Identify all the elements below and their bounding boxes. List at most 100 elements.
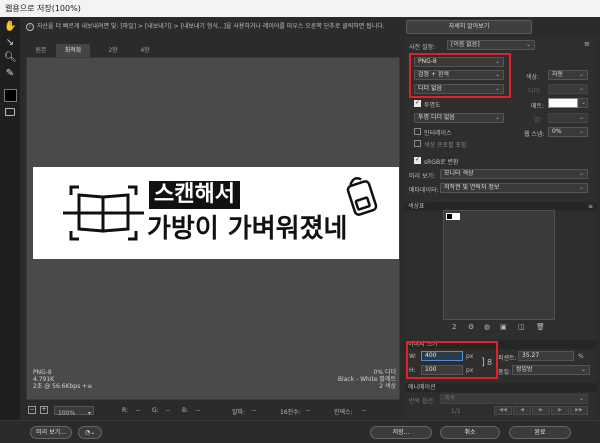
amount-label: 양: bbox=[534, 117, 542, 124]
percent-input[interactable]: 35.27 bbox=[518, 351, 574, 361]
optimize-menu-icon[interactable]: ≡ bbox=[584, 40, 590, 48]
transparency-checkbox[interactable] bbox=[414, 99, 421, 107]
optimized-info-left: PNG-8 4.791K 2초 @ 56.6Kbps +≡ bbox=[33, 369, 92, 390]
tab-original[interactable]: 원본 bbox=[30, 44, 52, 57]
status-bar: − + 100% ▾ R: -- G: -- B: -- 알파: -- 16진수:… bbox=[26, 404, 400, 417]
red-readout-value: -- bbox=[136, 407, 141, 414]
metadata-label: 메타데이터: bbox=[409, 187, 439, 194]
web-snap-label: 웹 스냅: bbox=[524, 131, 545, 138]
color-count: 2 bbox=[452, 323, 457, 331]
dither-amount-field[interactable]: ⌄ bbox=[548, 84, 588, 94]
info-colors: 2 색상 bbox=[379, 383, 396, 390]
first-frame-button[interactable]: ◀◀ bbox=[494, 406, 512, 415]
save-button[interactable]: 저장... bbox=[370, 426, 432, 439]
percent-unit: % bbox=[578, 353, 584, 360]
hand-tool-icon[interactable]: ✋ bbox=[4, 21, 16, 33]
image-size-highlight-box bbox=[406, 341, 498, 379]
format-highlight-box bbox=[409, 53, 511, 98]
alpha-readout: 알파: bbox=[232, 409, 246, 416]
optimized-info-right: 0% 디더 Black - White 팔레트 2 색상 bbox=[300, 369, 396, 390]
globe-icon: ◔⌄ bbox=[84, 429, 96, 436]
delete-color-icon[interactable]: 🗑︎ bbox=[536, 323, 545, 331]
info-format: PNG-8 bbox=[33, 369, 52, 376]
eyedropper-tool-icon[interactable]: ✎ bbox=[4, 68, 16, 80]
quality-label: 품질: bbox=[498, 369, 512, 376]
index-readout-value: -- bbox=[362, 407, 367, 414]
cancel-button[interactable]: 취소 bbox=[440, 426, 500, 439]
info-icon: i bbox=[26, 22, 34, 31]
frame-counter: 1/1 bbox=[451, 408, 461, 415]
window-title: 웹용으로 저장(100%) bbox=[5, 4, 81, 13]
interlaced-label: 인터레이스 bbox=[424, 130, 452, 137]
transparency-amount-field[interactable]: ⌄ bbox=[548, 113, 588, 123]
animation-header: 애니메이션 bbox=[405, 383, 597, 392]
convert-srgb-label: sRGB로 변환 bbox=[424, 159, 459, 166]
tool-strip: ✋ ↘ 🔍︎ ✎ bbox=[0, 17, 20, 420]
color-swatch-black[interactable] bbox=[446, 213, 453, 220]
preview-in-browser-button[interactable]: 미리 보기... bbox=[30, 426, 72, 439]
info-size: 4.791K bbox=[33, 376, 55, 383]
matte-select[interactable]: ⌄ bbox=[578, 98, 588, 108]
zoom-tool-icon[interactable]: 🔍︎ bbox=[4, 52, 17, 64]
done-button[interactable]: 완료 bbox=[509, 426, 571, 439]
info-time: 2초 @ 56.6Kbps +≡ bbox=[33, 383, 93, 390]
previous-frame-button[interactable]: ◀ bbox=[513, 406, 531, 415]
download-speed-menu[interactable]: +≡ bbox=[82, 383, 92, 390]
tab-4-up[interactable]: 4장 bbox=[134, 44, 156, 57]
color-swatch-white[interactable] bbox=[453, 213, 460, 220]
title-bar: 웹용으로 저장(100%) bbox=[0, 0, 600, 17]
slice-select-tool-icon[interactable]: ↘ bbox=[4, 37, 16, 49]
preset-label: 사전 설정: bbox=[409, 44, 436, 51]
info-palette: Black - White 팔레트 bbox=[337, 376, 396, 383]
transparency-label: 투명도 bbox=[424, 102, 441, 109]
color-table-menu-icon[interactable]: ≡ bbox=[588, 202, 593, 211]
zoom-level-select[interactable]: 100% ▾ bbox=[54, 406, 94, 417]
loop-options-select[interactable]: 계속 ⌄ bbox=[440, 394, 588, 404]
loop-options-label: 반복 옵션: bbox=[409, 398, 436, 405]
embed-color-profile-label: 색상 프로필 포함 bbox=[424, 142, 467, 149]
learn-more-button[interactable]: 자세히 알아보기 bbox=[406, 20, 532, 34]
matte-color-swatch[interactable] bbox=[548, 98, 578, 108]
zoom-out-button[interactable]: − bbox=[28, 406, 36, 414]
blue-readout: B: bbox=[182, 407, 189, 414]
eyedropper-color-swatch[interactable] bbox=[4, 89, 17, 102]
quality-select[interactable]: 쌍입방 ⌄ bbox=[512, 365, 590, 375]
info-dither: 0% 디더 bbox=[373, 369, 396, 376]
lock-color-icon[interactable]: ▣ bbox=[500, 323, 507, 331]
metadata-select[interactable]: 저작권 및 연락처 정보 ⌄ bbox=[440, 183, 588, 193]
colors-label: 색상: bbox=[526, 74, 540, 81]
preview-image: 스캔해서 가방이 가벼워졌네 bbox=[33, 167, 399, 259]
play-button[interactable]: ▶ bbox=[532, 406, 550, 415]
matte-label: 매트: bbox=[531, 103, 545, 110]
toggle-slices-visibility-icon[interactable] bbox=[5, 108, 15, 116]
dither-amount-label: 디더: bbox=[528, 88, 542, 95]
preset-select[interactable]: [이름 없음] ⌄ bbox=[447, 40, 535, 50]
browser-select-button[interactable]: ◔⌄ bbox=[78, 426, 102, 439]
alpha-readout-value: -- bbox=[252, 407, 257, 414]
convert-srgb-checkbox[interactable] bbox=[414, 156, 421, 164]
transparency-dither-select[interactable]: 투명 디더 없음 ⌄ bbox=[414, 113, 504, 123]
color-table[interactable] bbox=[443, 210, 555, 320]
colors-select[interactable]: 자동 ⌄ bbox=[548, 70, 588, 80]
index-readout: 인덱스: bbox=[334, 409, 353, 416]
web-shift-icon[interactable]: ◍ bbox=[484, 323, 490, 331]
percent-label: 퍼센트: bbox=[498, 355, 517, 362]
hint-text: 자산을 더 빠르게 내보내려면 빛: [파일] > [내보내기] > [내보내기… bbox=[37, 23, 385, 30]
web-snap-select[interactable]: 0% ⌄ bbox=[548, 127, 588, 137]
hex-readout-value: -- bbox=[306, 407, 311, 414]
embed-color-profile-checkbox[interactable] bbox=[414, 140, 421, 147]
title-line-1: 스캔해서 bbox=[149, 181, 240, 209]
zoom-in-button[interactable]: + bbox=[40, 406, 48, 414]
interlaced-checkbox[interactable] bbox=[414, 128, 421, 135]
last-frame-button[interactable]: ▶▶ bbox=[570, 406, 588, 415]
red-readout: R: bbox=[122, 407, 129, 414]
green-readout: G: bbox=[152, 407, 159, 414]
tab-2-up[interactable]: 2장 bbox=[102, 44, 124, 57]
preview-color-select[interactable]: 모니터 색상 ⌄ bbox=[440, 169, 588, 179]
preview-label: 미리 보기: bbox=[409, 173, 436, 180]
export-hint: i 자산을 더 빠르게 내보내려면 빛: [파일] > [내보내기] > [내보내… bbox=[26, 20, 385, 34]
tab-optimized[interactable]: 최적화 bbox=[56, 44, 90, 57]
add-eyedropper-color-icon[interactable]: ◫ bbox=[518, 323, 525, 331]
map-to-transparent-icon[interactable]: ⚙ bbox=[468, 323, 474, 331]
next-frame-button[interactable]: ▶ bbox=[551, 406, 569, 415]
